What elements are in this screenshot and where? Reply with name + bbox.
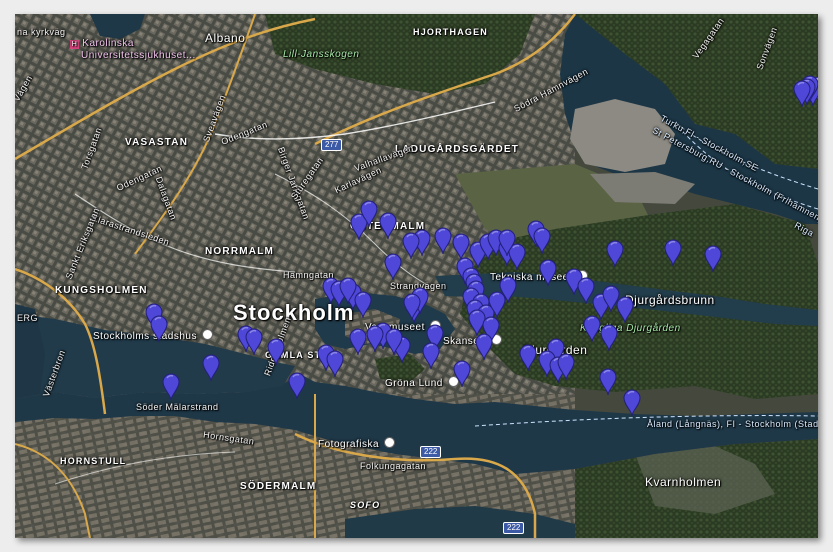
map-marker[interactable] [245,328,263,356]
street-label: na kyrkväg [17,27,66,37]
district-hjorthagen: HJORTHAGEN [413,27,489,37]
map-marker[interactable] [366,325,384,353]
map-marker[interactable] [583,315,601,343]
district-sofo: SOFO [350,500,381,510]
place-djurgardsbrunn: Djurgårdsbrunn [625,293,715,307]
map-marker[interactable] [499,276,517,304]
street-erg: ERG [17,313,39,323]
street-soder-malarstrand-shown: Söder Mälarstrand [136,402,219,412]
road-shield-277: 277 [321,139,343,151]
street-folkungagatan: Folkungagatan [360,461,427,471]
albano-label: Albano [205,31,246,45]
map-marker[interactable] [326,350,344,378]
park-lill-jansskogen: Lill-Jansskogen [283,49,360,60]
district-sodermalm: SÖDERMALM [240,481,317,492]
map-marker[interactable] [339,277,357,305]
grona-lund-name: Gröna Lund [385,378,443,389]
satellite-basemap [15,14,818,538]
map-marker[interactable] [150,315,168,343]
road-shield-222-south: 222 [503,522,525,534]
map-marker[interactable] [162,373,180,401]
map-marker[interactable] [557,353,575,381]
map-frame: na kyrkväg H Karolinska Universitetssjuk… [0,0,833,552]
map-marker[interactable] [288,372,306,400]
map-marker[interactable] [402,232,420,260]
map-marker[interactable] [475,333,493,361]
map-marker[interactable] [600,324,618,352]
map-marker[interactable] [793,80,811,108]
hospital-name-line1: Karolinska [82,38,134,49]
district-kungsholmen: KUNGSHOLMEN [55,285,148,296]
map-marker[interactable] [385,328,403,356]
place-kvarnholmen: Kvarnholmen [645,475,722,489]
hospital-label: H Karolinska [70,39,134,49]
map-marker[interactable] [599,368,617,396]
ferry-aland-label: Åland (Långnäs), FI - Stockholm (Stad [647,419,818,429]
map-marker[interactable] [422,342,440,370]
map-marker[interactable] [539,259,557,287]
map-marker[interactable] [704,245,722,273]
map-marker[interactable] [403,293,421,321]
map-marker[interactable] [616,296,634,324]
map-marker[interactable] [267,338,285,366]
place-fotografiska: Fotografiska [318,437,396,450]
museum-icon [384,437,396,448]
map-marker[interactable] [623,389,641,417]
district-vasastan: VASASTAN [125,137,189,148]
map-marker[interactable] [664,239,682,267]
fotografiska-name: Fotografiska [318,439,380,450]
landmark-icon [202,329,214,340]
stadshus-name: Stockholms stadshus [93,331,197,342]
map-marker[interactable] [349,328,367,356]
map-marker[interactable] [434,227,452,255]
map-marker[interactable] [533,227,551,255]
place-grona-lund: Gröna Lund [385,376,460,389]
district-norrmalm: NORRMALM [205,246,275,257]
map-marker[interactable] [202,354,220,382]
hospital-icon: H [70,40,79,49]
road-shield-222: 222 [420,446,442,458]
district-hornstull: HORNSTULL [60,456,127,466]
map-marker[interactable] [453,360,471,388]
map-marker[interactable] [498,229,516,257]
map-marker[interactable] [519,344,537,372]
map-marker[interactable] [379,212,397,240]
map-canvas[interactable]: na kyrkväg H Karolinska Universitetssjuk… [15,14,818,538]
map-marker[interactable] [606,240,624,268]
map-marker[interactable] [384,253,402,281]
map-marker[interactable] [360,200,378,228]
hospital-name-line2: Universitetssjukhuset... [81,50,196,61]
